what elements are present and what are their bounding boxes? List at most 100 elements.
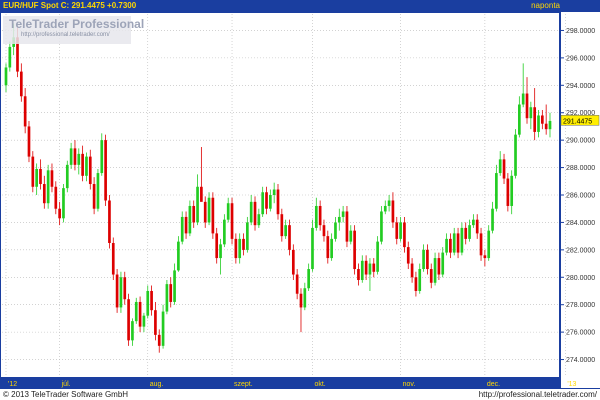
candle-up — [491, 208, 494, 231]
candle-up — [207, 197, 211, 223]
candle-up — [303, 288, 307, 308]
candle-up — [226, 203, 230, 220]
candle-down — [108, 200, 111, 243]
candle-down — [414, 277, 418, 291]
candle-down — [230, 203, 234, 239]
candle-up — [337, 216, 341, 223]
candle-down — [295, 274, 299, 294]
candle-up — [433, 258, 437, 283]
candle-up — [360, 260, 364, 281]
candle-up — [452, 233, 456, 253]
x-tick-label: okt. — [314, 381, 325, 388]
candle-down — [437, 258, 441, 275]
candle-up — [100, 140, 104, 174]
candle-down — [242, 238, 245, 250]
candle-down — [464, 227, 468, 239]
candle-down — [138, 301, 142, 327]
candle-down — [234, 238, 238, 259]
x-tick-label: dec. — [487, 381, 500, 388]
footer-url-link[interactable]: http://professional.teletrader.com/ — [479, 390, 597, 399]
candle-down — [353, 230, 356, 270]
candle-up — [146, 290, 150, 316]
candle-down — [88, 156, 92, 185]
teletrader-watermark: TeleTrader Professional http://professio… — [3, 16, 144, 44]
y-tick-label: 284.0000 — [566, 220, 595, 227]
x-tick-label: nov. — [403, 381, 416, 388]
candle-down — [27, 126, 31, 157]
candle-down — [115, 274, 119, 308]
candle-down — [253, 201, 257, 226]
candle-up — [65, 164, 69, 189]
candle-up — [249, 201, 253, 223]
candle-up — [261, 192, 265, 215]
candle-up — [498, 159, 502, 174]
candle-down — [50, 170, 54, 187]
y-tick-label: 278.0000 — [566, 302, 595, 309]
candle-down — [410, 263, 414, 278]
candle-down — [203, 201, 207, 223]
candle-up — [399, 222, 402, 239]
candle-up — [341, 211, 345, 217]
candle-down — [104, 140, 107, 201]
candle-down — [73, 148, 77, 165]
candle-up — [368, 263, 372, 275]
candle-up — [238, 238, 242, 259]
candle-up — [441, 252, 445, 275]
candle-down — [533, 107, 537, 132]
candle-down — [475, 219, 479, 234]
candle-down — [92, 184, 96, 209]
candle-up — [134, 301, 138, 322]
candle-up — [472, 219, 475, 226]
candle-up — [268, 195, 272, 209]
candle-up — [246, 222, 249, 250]
candle-up — [548, 120, 552, 130]
candle-down — [426, 249, 429, 270]
candle-down — [479, 233, 483, 256]
candle-down — [169, 284, 173, 302]
candle-down — [19, 71, 23, 97]
candle-up — [62, 188, 65, 219]
y-tick-label: 290.0000 — [566, 138, 595, 145]
x-tick-label: '13 — [567, 381, 576, 388]
candle-down — [265, 192, 268, 209]
candle-down — [184, 216, 188, 234]
candle-up — [510, 175, 514, 206]
candle-down — [280, 214, 284, 237]
candle-up — [77, 153, 81, 165]
candle-up — [307, 269, 310, 289]
candle-up — [349, 230, 353, 242]
candle-up — [376, 241, 379, 272]
candle-up — [69, 148, 73, 165]
candle-up — [177, 241, 180, 271]
candle-down — [299, 293, 303, 308]
y-tick-label: 294.0000 — [566, 83, 595, 90]
candle-up — [131, 321, 134, 341]
candle-up — [173, 270, 176, 302]
candle-up — [188, 205, 192, 234]
x-tick-label: júl. — [61, 381, 71, 388]
candle-down — [123, 277, 127, 300]
candle-down — [502, 159, 506, 179]
candle-down — [456, 233, 460, 253]
candle-up — [460, 227, 464, 253]
candle-up — [219, 244, 222, 259]
candle-down — [81, 153, 84, 176]
candle-up — [445, 238, 448, 253]
x-tick-label: szept. — [234, 381, 253, 388]
candle-down — [322, 225, 326, 237]
y-tick-label: 288.0000 — [566, 165, 595, 172]
candle-up — [46, 170, 50, 204]
candle-up — [272, 189, 276, 195]
candle-up — [161, 311, 165, 346]
y-tick-label: 282.0000 — [566, 247, 595, 254]
y-tick-label: 298.0000 — [566, 28, 595, 35]
candle-up — [487, 230, 491, 259]
candle-down — [157, 334, 161, 346]
candle-down — [345, 211, 349, 242]
candle-down — [403, 222, 406, 248]
candle-down — [111, 242, 115, 275]
candle-down — [211, 197, 215, 234]
candle-up — [514, 134, 517, 176]
candle-up — [529, 107, 533, 119]
candle-down — [288, 225, 291, 250]
